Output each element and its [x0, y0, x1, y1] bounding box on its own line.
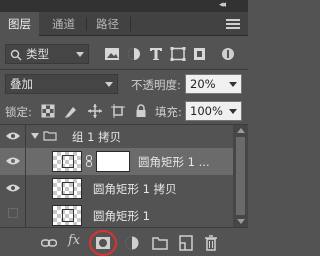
new-group-icon[interactable]	[152, 235, 168, 251]
visibility-toggle[interactable]	[0, 125, 26, 147]
blend-row: 叠加 不透明度: 20%	[0, 72, 248, 98]
collapse-panel-icon[interactable]: ◂◂	[219, 0, 226, 10]
visibility-toggle[interactable]	[0, 202, 26, 229]
layer-row-selected[interactable]: 圆角矩形 1 ...	[0, 148, 233, 175]
scrollbar-thumb[interactable]	[236, 137, 245, 215]
filter-kind-select[interactable]: 类型	[5, 44, 89, 64]
visibility-toggle[interactable]	[0, 148, 26, 175]
filter-kind-value: 类型	[26, 47, 49, 61]
fill-input[interactable]: 100%	[185, 101, 242, 121]
layer-thumbnail[interactable]	[52, 205, 82, 226]
chevron-down-icon[interactable]	[229, 82, 237, 87]
layer-name: 圆角矩形 1	[93, 209, 150, 223]
adjustment-layer-icon[interactable]	[124, 235, 140, 251]
scroll-up-icon[interactable]	[237, 128, 245, 133]
lock-image-icon[interactable]	[64, 104, 78, 118]
fx-icon[interactable]: fx	[68, 233, 80, 248]
tab-channels[interactable]: 通道	[44, 12, 83, 36]
chevron-down-icon[interactable]	[229, 109, 237, 114]
filter-toggle-icon[interactable]	[222, 48, 234, 60]
lock-position-icon[interactable]	[88, 104, 102, 118]
layer-name: 圆角矩形 1 拷贝	[93, 182, 177, 196]
link-icon[interactable]	[85, 155, 93, 167]
delete-icon[interactable]	[203, 235, 219, 251]
visibility-toggle[interactable]	[0, 175, 26, 202]
chevron-down-icon[interactable]	[31, 133, 39, 139]
tab-layers[interactable]: 图层	[0, 12, 39, 37]
layer-row[interactable]: 圆角矩形 1 拷贝	[0, 175, 233, 202]
chevron-down-icon	[76, 52, 84, 57]
folder-icon	[43, 131, 57, 141]
visibility-off-box	[8, 208, 18, 218]
layer-name: 组 1 拷贝	[72, 130, 122, 144]
smart-object-filter-icon[interactable]	[192, 47, 208, 61]
lock-all-icon[interactable]	[134, 104, 148, 118]
layer-mask-thumbnail[interactable]	[96, 151, 130, 172]
new-layer-icon[interactable]	[178, 235, 194, 251]
opacity-input[interactable]: 20%	[185, 74, 242, 94]
fill-value: 100%	[190, 104, 223, 118]
divider	[0, 69, 248, 70]
shape-filter-icon[interactable]	[170, 47, 186, 61]
layer-thumbnail[interactable]	[52, 178, 82, 199]
blend-mode-select[interactable]: 叠加	[5, 74, 118, 94]
type-filter-icon[interactable]	[148, 47, 164, 61]
layers-scrollbar[interactable]	[233, 125, 248, 227]
layers-bottom-toolbar: fx	[0, 227, 248, 256]
lock-label: 锁定:	[5, 105, 32, 119]
layers-list: 组 1 拷贝 圆角矩形 1 ... 圆角矩形 1 拷贝 圆角矩形 1	[0, 125, 233, 229]
chevron-down-icon	[105, 82, 113, 87]
eye-icon	[6, 157, 20, 165]
adjustment-filter-icon[interactable]	[126, 47, 142, 61]
layer-name: 圆角矩形 1 ...	[138, 155, 210, 169]
layer-thumbnail[interactable]	[52, 151, 82, 172]
layer-row-group[interactable]: 组 1 拷贝	[0, 125, 233, 147]
eye-icon	[6, 184, 20, 192]
highlight-circle	[89, 230, 117, 256]
image-filter-icon[interactable]	[104, 47, 120, 61]
scroll-down-icon[interactable]	[237, 219, 245, 224]
tab-divider	[130, 17, 131, 31]
opacity-label: 不透明度:	[131, 78, 181, 92]
blend-mode-value: 叠加	[10, 77, 33, 91]
lock-artboard-icon[interactable]	[111, 104, 125, 118]
panel-tabs: 图层 通道 路径	[0, 12, 248, 37]
opacity-value: 20%	[190, 77, 216, 91]
hamburger-icon[interactable]	[226, 19, 240, 29]
panel-title-bar: ◂◂	[0, 0, 248, 12]
eye-icon	[6, 132, 20, 140]
tab-paths[interactable]: 路径	[88, 12, 127, 36]
layer-row[interactable]: 圆角矩形 1	[0, 202, 233, 229]
link-layers-icon[interactable]	[41, 235, 57, 251]
filter-row: 类型	[0, 41, 248, 67]
fill-label: 填充:	[155, 105, 182, 119]
tab-divider	[86, 17, 87, 31]
lock-transparency-icon[interactable]	[41, 104, 55, 118]
search-icon	[10, 49, 22, 61]
